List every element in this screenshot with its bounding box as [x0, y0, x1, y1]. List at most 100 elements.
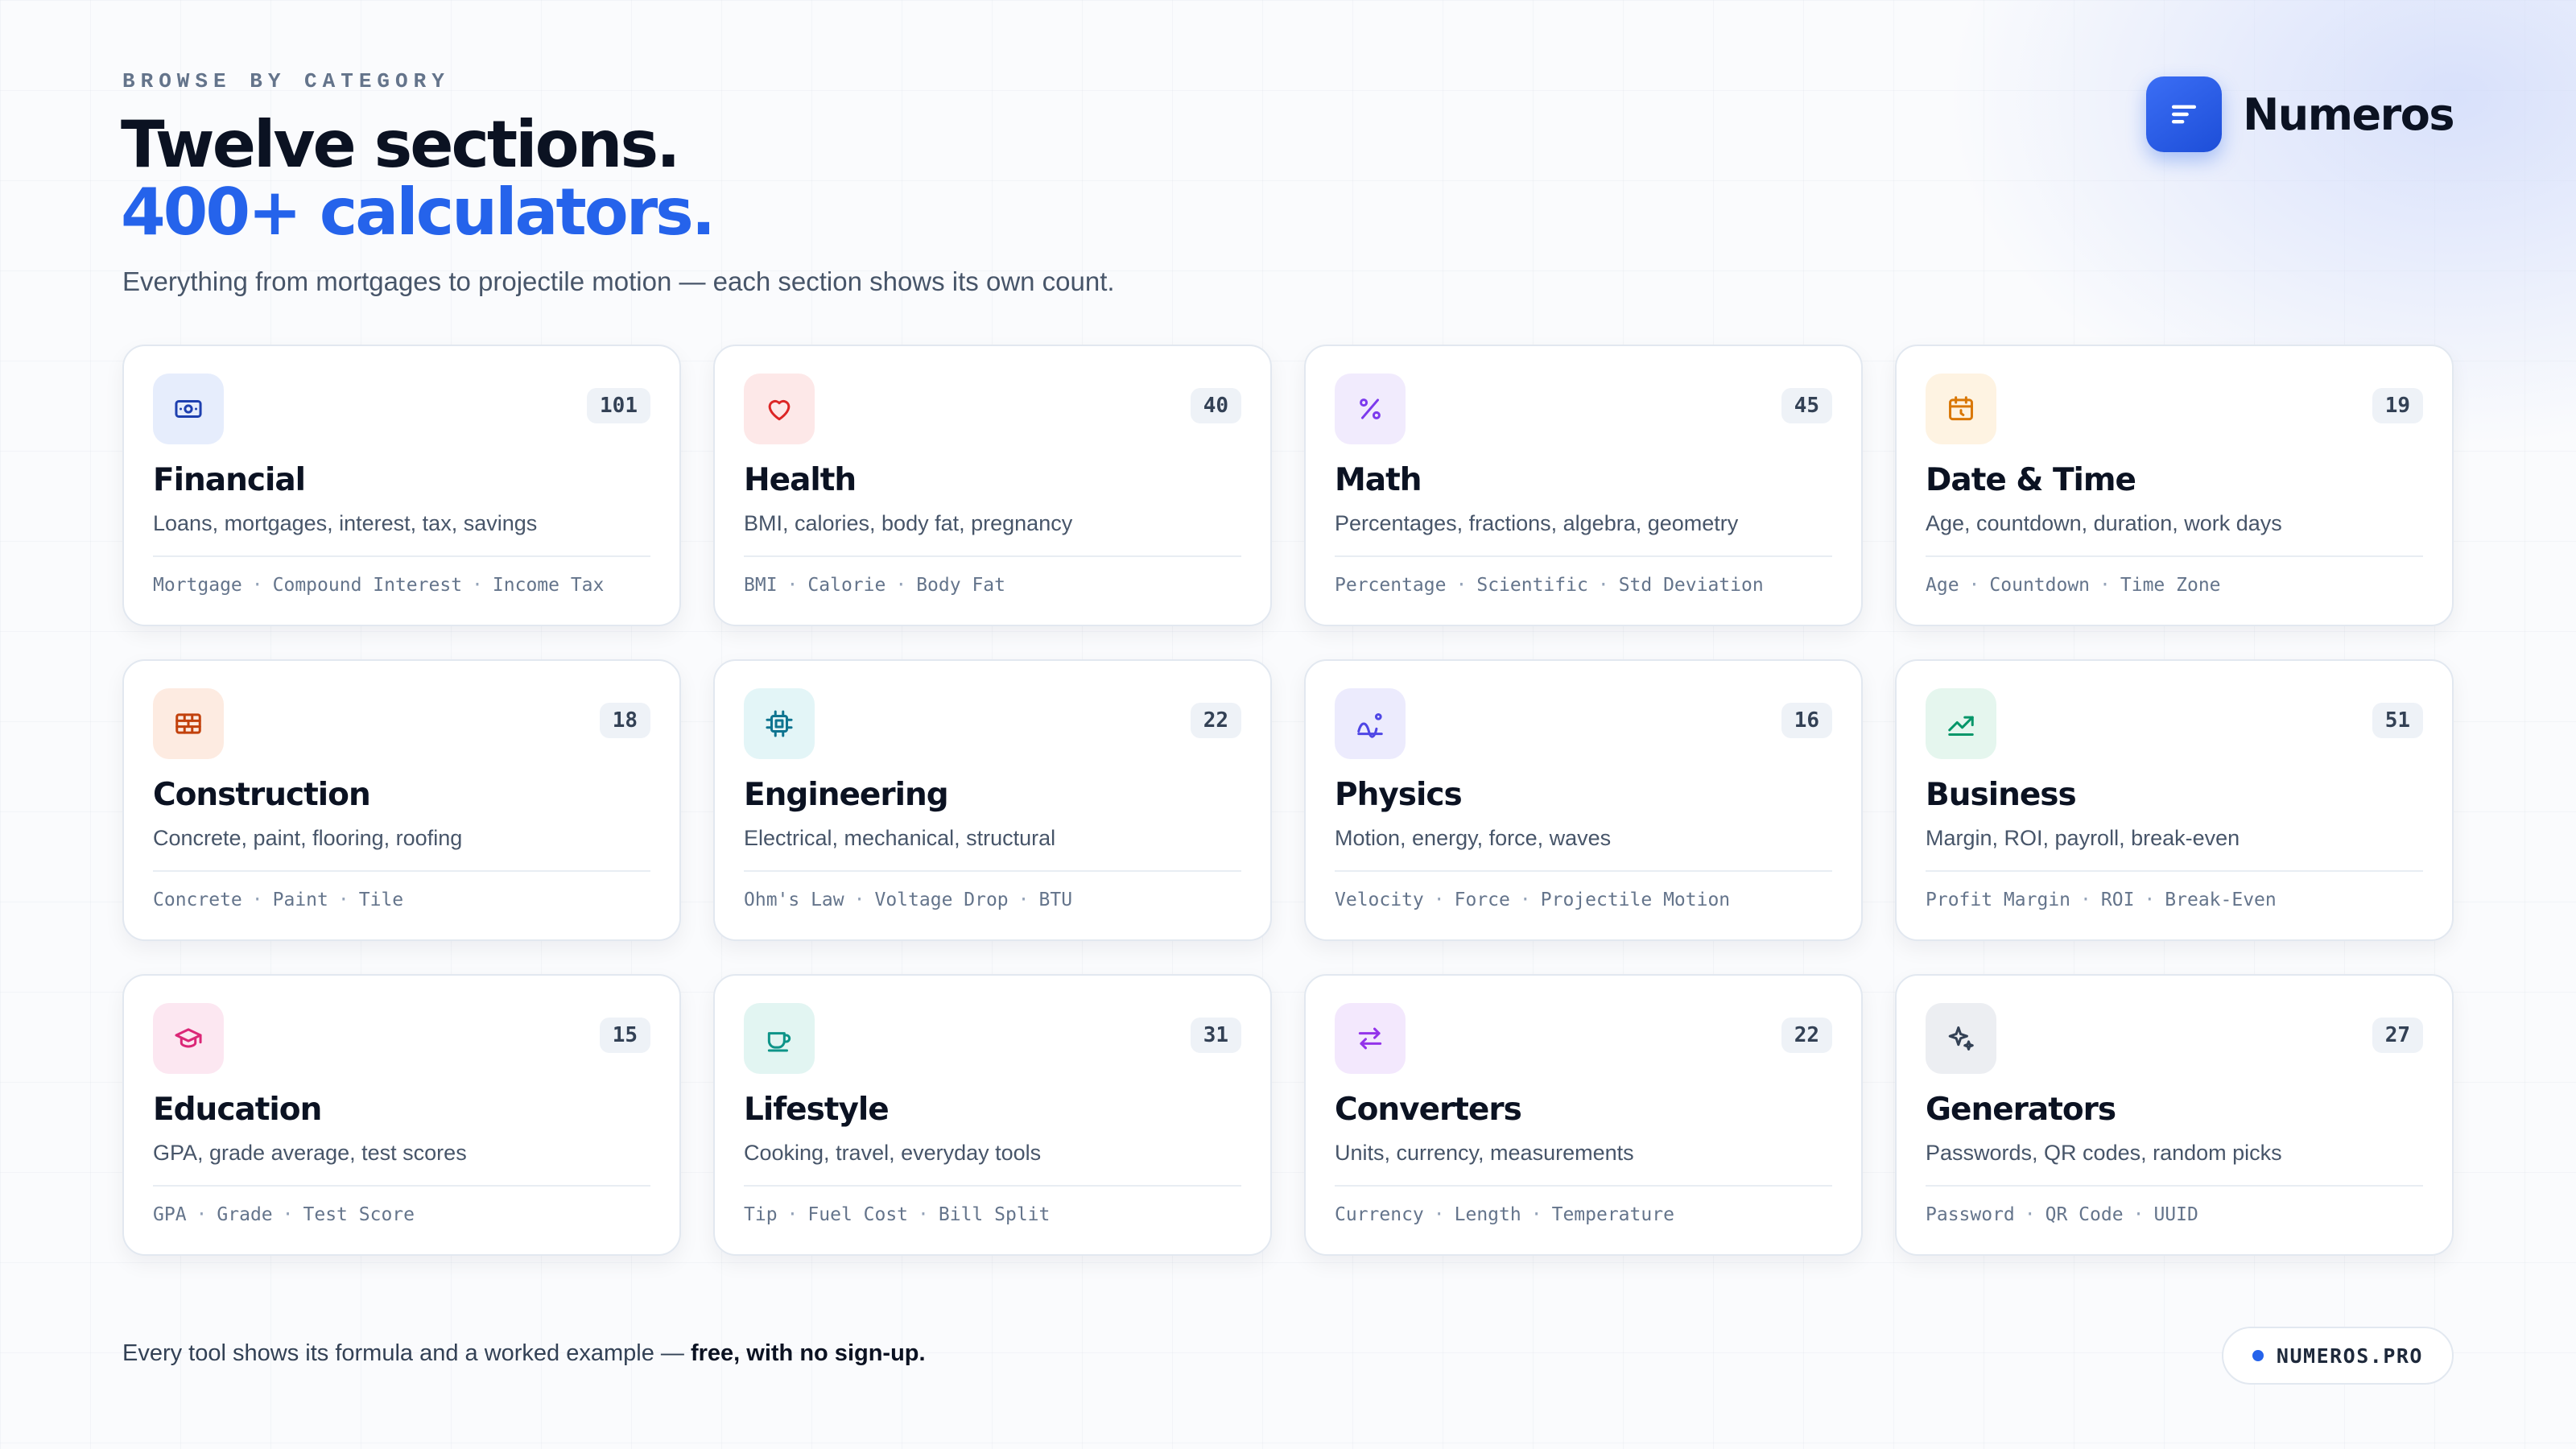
tag-separator: ·	[337, 890, 349, 910]
arrows-exchange-icon	[1335, 1003, 1406, 1074]
divider	[1926, 555, 2423, 557]
category-name: Math	[1335, 462, 1422, 498]
divider	[1335, 555, 1832, 557]
example-tag[interactable]: Scientific	[1476, 575, 1587, 596]
category-description: Margin, ROI, payroll, break-even	[1926, 826, 2240, 850]
example-tag[interactable]: UUID	[2153, 1204, 2198, 1225]
example-tag[interactable]: Velocity	[1335, 890, 1424, 910]
category-card-math[interactable]: 45 Math Percentages, fractions, algebra,…	[1304, 345, 1863, 626]
banknote-icon	[153, 374, 224, 444]
example-tag[interactable]: BMI	[744, 575, 778, 596]
example-tag[interactable]: Projectile Motion	[1541, 890, 1730, 910]
tag-separator: ·	[1455, 575, 1468, 596]
example-tag[interactable]: Compound Interest	[273, 575, 462, 596]
example-tag[interactable]: Profit Margin	[1926, 890, 2070, 910]
example-tags: Concrete · Paint · Tile	[153, 890, 650, 910]
example-tag[interactable]: QR Code	[2046, 1204, 2124, 1225]
example-tag[interactable]: Voltage Drop	[874, 890, 1008, 910]
example-tag[interactable]: Tile	[359, 890, 403, 910]
count-badge: 22	[1190, 703, 1241, 738]
site-url: NUMEROS.PRO	[2276, 1344, 2423, 1368]
category-card-business[interactable]: 51 Business Margin, ROI, payroll, break-…	[1895, 659, 2454, 941]
example-tag[interactable]: Force	[1455, 890, 1510, 910]
count-badge: 51	[2372, 703, 2423, 738]
example-tag[interactable]: Std Deviation	[1619, 575, 1764, 596]
tag-separator: ·	[251, 890, 263, 910]
divider	[1926, 1185, 2423, 1187]
category-card-health[interactable]: 40 Health BMI, calories, body fat, pregn…	[713, 345, 1272, 626]
example-tag[interactable]: Temperature	[1552, 1204, 1674, 1225]
category-card-lifestyle[interactable]: 31 Lifestyle Cooking, travel, everyday t…	[713, 974, 1272, 1256]
example-tags: Ohm's Law · Voltage Drop · BTU	[744, 890, 1241, 910]
category-card-date-time[interactable]: 19 Date & Time Age, countdown, duration,…	[1895, 345, 2454, 626]
category-card-education[interactable]: 15 Education GPA, grade average, test sc…	[122, 974, 681, 1256]
example-tag[interactable]: Fuel Cost	[807, 1204, 908, 1225]
example-tags: Percentage · Scientific · Std Deviation	[1335, 575, 1832, 596]
category-description: Motion, energy, force, waves	[1335, 826, 1612, 850]
divider	[744, 1185, 1241, 1187]
brand[interactable]: Numeros	[2146, 76, 2454, 152]
example-tag[interactable]: Time Zone	[2120, 575, 2221, 596]
coffee-cup-icon	[744, 1003, 815, 1074]
example-tags: Password · QR Code · UUID	[1926, 1204, 2423, 1225]
category-description: Cooking, travel, everyday tools	[744, 1141, 1042, 1165]
example-tag[interactable]: Grade	[217, 1204, 272, 1225]
category-card-engineering[interactable]: 22 Engineering Electrical, mechanical, s…	[713, 659, 1272, 941]
title-line-2: 400+ calculators.	[121, 175, 716, 250]
category-card-financial[interactable]: 101 Financial Loans, mortgages, interest…	[122, 345, 681, 626]
example-tag[interactable]: Ohm's Law	[744, 890, 844, 910]
tag-separator: ·	[1433, 1204, 1445, 1225]
tag-separator: ·	[918, 1204, 929, 1225]
site-link[interactable]: NUMEROS.PRO	[2221, 1327, 2454, 1385]
percent-icon	[1335, 374, 1406, 444]
category-description: Electrical, mechanical, structural	[744, 826, 1056, 850]
divider	[153, 870, 650, 872]
sparkles-icon	[1926, 1003, 1996, 1074]
footer-note: Every tool shows its formula and a worke…	[122, 1340, 926, 1367]
example-tag[interactable]: GPA	[153, 1204, 187, 1225]
example-tag[interactable]: ROI	[2101, 890, 2135, 910]
example-tag[interactable]: Body Fat	[916, 575, 1005, 596]
example-tag[interactable]: Test Score	[303, 1204, 415, 1225]
category-name: Lifestyle	[744, 1092, 890, 1128]
example-tags: Mortgage · Compound Interest · Income Tax	[153, 575, 650, 596]
category-description: Concrete, paint, flooring, roofing	[153, 826, 463, 850]
example-tag[interactable]: Tip	[744, 1204, 778, 1225]
category-name: Physics	[1335, 777, 1463, 813]
example-tag[interactable]: Currency	[1335, 1204, 1424, 1225]
category-card-construction[interactable]: 18 Construction Concrete, paint, floorin…	[122, 659, 681, 941]
heart-icon	[744, 374, 815, 444]
status-dot	[2252, 1350, 2264, 1361]
example-tag[interactable]: Password	[1926, 1204, 2015, 1225]
example-tag[interactable]: Countdown	[1989, 575, 2090, 596]
category-card-generators[interactable]: 27 Generators Passwords, QR codes, rando…	[1895, 974, 2454, 1256]
tag-separator: ·	[1519, 890, 1531, 910]
tag-separator: ·	[196, 1204, 208, 1225]
example-tag[interactable]: Mortgage	[153, 575, 242, 596]
footer-note-emphasis: free, with no sign-up.	[690, 1340, 926, 1366]
tag-separator: ·	[2099, 575, 2111, 596]
category-description: Percentages, fractions, algebra, geometr…	[1335, 511, 1739, 535]
example-tags: Tip · Fuel Cost · Bill Split	[744, 1204, 1241, 1225]
example-tag[interactable]: Calorie	[807, 575, 886, 596]
count-badge: 22	[1781, 1018, 1832, 1053]
example-tag[interactable]: Length	[1455, 1204, 1521, 1225]
category-name: Education	[153, 1092, 322, 1128]
example-tag[interactable]: Break-Even	[2165, 890, 2276, 910]
category-card-converters[interactable]: 22 Converters Units, currency, measureme…	[1304, 974, 1863, 1256]
category-name: Generators	[1926, 1092, 2116, 1128]
example-tag[interactable]: Paint	[273, 890, 328, 910]
example-tag[interactable]: BTU	[1039, 890, 1073, 910]
tag-separator: ·	[2132, 1204, 2145, 1225]
lines-icon	[2146, 76, 2223, 152]
example-tag[interactable]: Income Tax	[493, 575, 604, 596]
example-tags: GPA · Grade · Test Score	[153, 1204, 650, 1225]
example-tag[interactable]: Bill Split	[939, 1204, 1050, 1225]
count-badge: 45	[1781, 388, 1832, 423]
example-tag[interactable]: Percentage	[1335, 575, 1446, 596]
example-tag[interactable]: Age	[1926, 575, 1959, 596]
category-card-physics[interactable]: 16 Physics Motion, energy, force, waves …	[1304, 659, 1863, 941]
tag-separator: ·	[1433, 890, 1445, 910]
example-tag[interactable]: Concrete	[153, 890, 242, 910]
calendar-icon	[1926, 374, 1996, 444]
